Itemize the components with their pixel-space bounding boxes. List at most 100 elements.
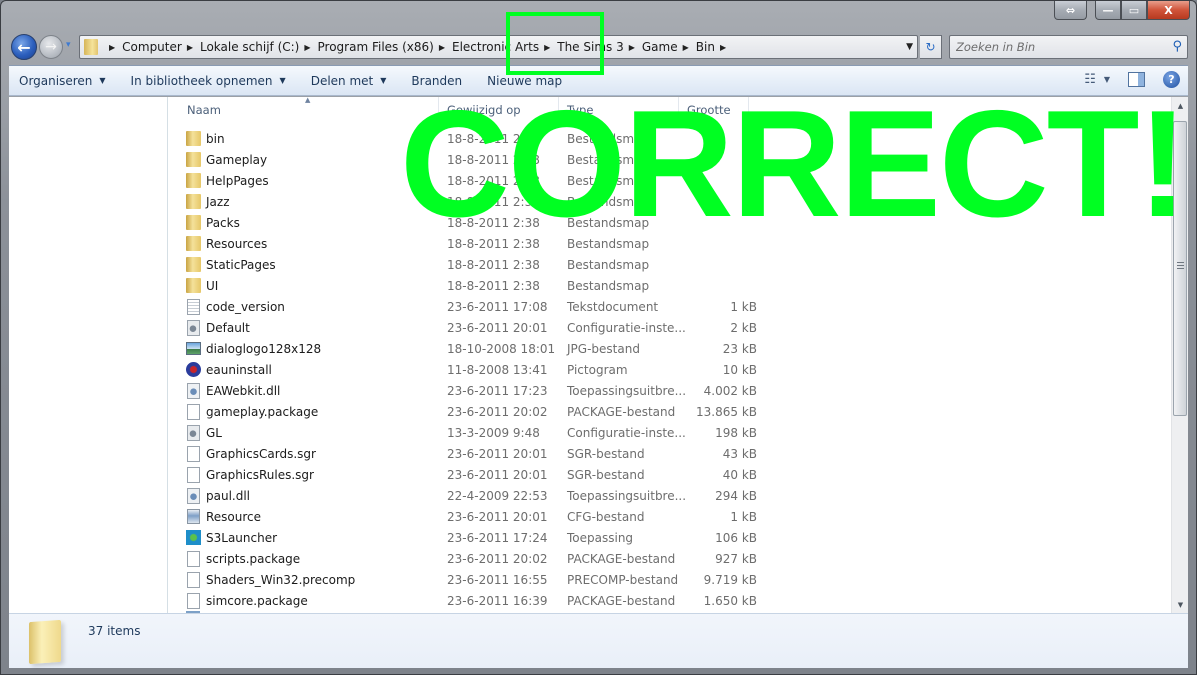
search-input[interactable]	[950, 40, 1150, 54]
file-type: SGR-bestand	[567, 446, 645, 461]
snap-button[interactable]: ⇔	[1054, 1, 1087, 20]
file-row[interactable]: simcore.package 23-6-2011 16:39 PACKAGE-be…	[169, 590, 1168, 611]
file-row[interactable]: dialoglogo128x128 18-10-2008 18:01 JPG-bes…	[169, 338, 1168, 359]
file-size: 927 kB	[715, 551, 757, 566]
file-row[interactable]: EAWebkit.dll 23-6-2011 17:23 Toepassingsui…	[169, 380, 1168, 401]
file-row[interactable]: GraphicsCards.sgr 23-6-2011 20:01 SGR-best…	[169, 443, 1168, 464]
file-row[interactable]: Default 23-6-2011 20:01 Configuratie-inste…	[169, 317, 1168, 338]
item-count: 37 items	[88, 624, 141, 638]
breadcrumb-separator-icon[interactable]: ▶	[629, 43, 635, 52]
search-icon[interactable]: ⚲	[1172, 39, 1182, 54]
file-row[interactable]: code_version 23-6-2011 17:08 Tekstdocument…	[169, 296, 1168, 317]
breadcrumb-separator-icon[interactable]: ▶	[109, 43, 115, 52]
close-button[interactable]: X	[1147, 1, 1190, 20]
file-name: Packs	[206, 215, 240, 230]
file-date: 23-6-2011 20:01	[447, 320, 548, 335]
maximize-button[interactable]: ▭	[1121, 1, 1147, 20]
file-row[interactable]: gameplay.package 23-6-2011 20:02 PACKAGE-b…	[169, 401, 1168, 422]
file-name-cell: GraphicsCards.sgr	[169, 445, 439, 462]
file-date: 18-10-2008 18:01	[447, 341, 556, 356]
file-name-cell: Jazz	[169, 194, 439, 209]
file-name-cell: bin	[169, 131, 439, 146]
file-name: Gameplay	[206, 152, 268, 167]
breadcrumb: ▶ Computer ▶ Lokale schijf (C:) ▶ Program Fil…	[104, 40, 733, 54]
file-row[interactable]: scripts.package 23-6-2011 20:02 PACKAGE-be…	[169, 548, 1168, 569]
recent-pages-dropdown[interactable]: ▾	[66, 40, 71, 50]
navigation-pane[interactable]	[9, 97, 168, 613]
file-size: 1.650 kB	[703, 593, 757, 608]
breadcrumb-item[interactable]: Game	[642, 40, 678, 54]
refresh-button[interactable]: ↻	[920, 35, 942, 59]
dll-icon	[187, 382, 200, 399]
file-size: 23 kB	[722, 341, 757, 356]
forward-button[interactable]: →	[39, 35, 63, 59]
toolbar-button-organiseren[interactable]: Organiseren ▼	[19, 74, 106, 88]
file-name-cell: eauninstall	[169, 362, 439, 377]
file-name-cell: Resource	[169, 509, 439, 524]
file-type: SGR-bestand	[567, 467, 645, 482]
column-name-label: Naam	[187, 103, 221, 117]
file-size: 1 kB	[730, 299, 757, 314]
file-size: 1 kB	[730, 509, 757, 524]
back-button[interactable]: ←	[11, 34, 37, 60]
file-row[interactable]: eauninstall 11-8-2008 13:41 Pictogram 10 kB	[169, 359, 1168, 380]
file-date: 18-8-2011 2:38	[447, 278, 540, 293]
folder-icon	[186, 215, 201, 230]
breadcrumb-separator-icon[interactable]: ▶	[683, 43, 689, 52]
file-type: Toepassingsuitbre...	[567, 383, 687, 398]
file-size: 2 kB	[730, 320, 757, 335]
forward-arrow-icon: →	[45, 39, 57, 55]
file-name-cell: dialoglogo128x128	[169, 342, 439, 356]
file-name-cell: Shaders_Win32.precomp	[169, 571, 439, 588]
file-name: dialoglogo128x128	[206, 341, 322, 356]
file-type: PRECOMP-bestand	[567, 572, 679, 587]
column-header-name[interactable]: Naam ▲	[169, 97, 439, 121]
file-name: S3Launcher	[206, 530, 278, 545]
file-type: PACKAGE-bestand	[567, 593, 676, 608]
file-size: 198 kB	[715, 425, 757, 440]
file-name-cell: code_version	[169, 298, 439, 315]
file-name: bin	[206, 131, 225, 146]
file-name: GraphicsRules.sgr	[206, 467, 314, 482]
breadcrumb-item[interactable]: Lokale schijf (C:)	[200, 40, 299, 54]
file-row[interactable]: Shaders_Win32.precomp 23-6-2011 16:55 PREC…	[169, 569, 1168, 590]
ea-icon	[186, 362, 201, 377]
file-date: 13-3-2009 9:48	[447, 425, 540, 440]
breadcrumb-separator-icon[interactable]: ▶	[304, 43, 310, 52]
breadcrumb-separator-icon[interactable]: ▶	[720, 43, 726, 52]
file-name-cell: Resources	[169, 236, 439, 251]
file-type: Configuratie-inste...	[567, 320, 686, 335]
minimize-button[interactable]: —	[1095, 1, 1121, 20]
file-name-cell: paul.dll	[169, 487, 439, 504]
breadcrumb-separator-icon[interactable]: ▶	[187, 43, 193, 52]
file-row[interactable]: StaticPages 18-8-2011 2:38 Bestandsmap	[169, 254, 1168, 275]
toolbar-button-label: In bibliotheek opnemen	[130, 73, 273, 88]
file-row[interactable]: paul.dll 22-4-2009 22:53 Toepassingsuitbre…	[169, 485, 1168, 506]
file-date: 18-8-2011 2:38	[447, 257, 540, 272]
file-row[interactable]: GraphicsRules.sgr 23-6-2011 20:01 SGR-best…	[169, 464, 1168, 485]
config-icon	[187, 424, 200, 441]
config-icon	[187, 319, 200, 336]
toolbar-button-in-bibliotheek-opnemen[interactable]: In bibliotheek opnemen ▼	[131, 74, 286, 88]
address-bar[interactable]: ▶ Computer ▶ Lokale schijf (C:) ▶ Program Fil…	[79, 35, 918, 59]
file-date: 11-8-2008 13:41	[447, 362, 548, 377]
scroll-down-button[interactable]: ▼	[1172, 596, 1189, 613]
file-size: 13.865 kB	[696, 404, 757, 419]
file-row[interactable]: Resource 23-6-2011 20:01 CFG-bestand 1 kB	[169, 506, 1168, 527]
file-name: eauninstall	[206, 362, 272, 377]
toolbar-button-delen-met[interactable]: Delen met ▼	[311, 74, 387, 88]
breadcrumb-item[interactable]: Program Files (x86)	[318, 40, 434, 54]
file-size: 40 kB	[722, 467, 757, 482]
file-row[interactable]: UI 18-8-2011 2:38 Bestandsmap	[169, 275, 1168, 296]
breadcrumb-item[interactable]: Computer	[122, 40, 182, 54]
breadcrumb-separator-icon[interactable]: ▶	[439, 43, 445, 52]
file-name: scripts.package	[206, 551, 301, 566]
address-history-dropdown[interactable]: ▼	[906, 42, 913, 52]
file-row[interactable]: S3Launcher 23-6-2011 17:24 Toepassing 106 k…	[169, 527, 1168, 548]
file-name-cell: Default	[169, 319, 439, 336]
file-row[interactable]: GL 13-3-2009 9:48 Configuratie-inste... 198…	[169, 422, 1168, 443]
chevron-down-icon: ▼	[279, 76, 286, 85]
breadcrumb-item[interactable]: Bin	[696, 40, 715, 54]
file-name: Resource	[206, 509, 262, 524]
highlight-box	[506, 12, 604, 75]
